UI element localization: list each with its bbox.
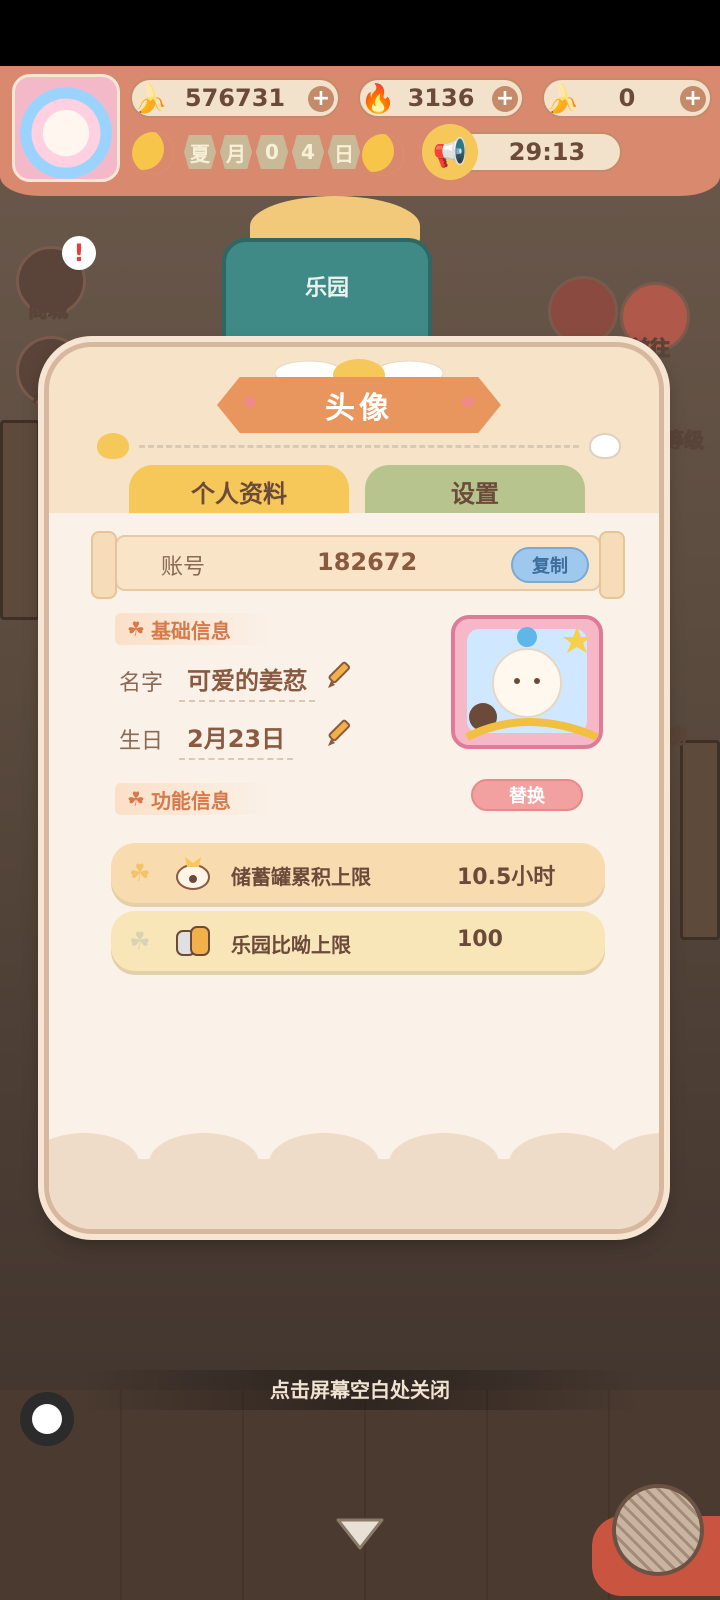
divider <box>139 445 579 448</box>
close-hint[interactable]: 点击屏幕空白处关闭 <box>80 1370 640 1410</box>
replace-avatar-button[interactable]: 替换 <box>471 779 583 811</box>
function-row-value: 10.5小时 <box>457 865 556 890</box>
blue-flame-icon: 🔥 <box>360 81 396 115</box>
profile-content: 账号 182672 复制 ☘ 基础信息 名字 可爱的姜荵 生日 2月23日 替换… <box>49 513 659 1229</box>
modal-scalloped-footer <box>49 1133 659 1229</box>
park-cat-icon <box>176 926 210 956</box>
season-moon-icon <box>132 132 174 174</box>
add-flame-button[interactable]: + <box>492 86 518 112</box>
add-blue-banana-button[interactable]: + <box>680 86 706 112</box>
avatar-portrait-icon <box>451 615 603 749</box>
clover-icon: ☘ <box>129 927 151 955</box>
birthday-value: 2月23日 <box>179 719 294 760</box>
scroll-cap <box>91 531 117 599</box>
date-char: 夏 <box>184 135 216 169</box>
account-bar: 账号 182672 复制 <box>91 531 625 599</box>
function-row: ☘ 储蓄罐累积上限 10.5小时 <box>111 843 605 903</box>
function-row-label: 乐园比呦上限 <box>231 933 351 957</box>
birthday-label: 生日 <box>119 729 164 754</box>
clover-icon: ☘ <box>127 787 145 811</box>
flame-count: 3136 <box>407 84 475 112</box>
room-label: 房 <box>668 724 689 749</box>
blue-banana-icon: 🍌 <box>544 81 580 115</box>
account-label: 账号 <box>161 555 206 580</box>
yarn-ball-icon[interactable] <box>612 1484 704 1576</box>
date-char: 日 <box>328 135 360 169</box>
function-row-label: 储蓄罐累积上限 <box>231 865 371 889</box>
timer-pill[interactable]: 📢 29:13 <box>422 124 622 180</box>
tab-settings[interactable]: 设置 <box>365 465 585 517</box>
megaphone-cat-icon: 📢 <box>422 124 478 180</box>
player-avatar-button[interactable] <box>12 74 120 182</box>
boomerang-icon[interactable] <box>548 276 618 346</box>
date-char: 0 <box>256 135 288 169</box>
clover-icon: ☘ <box>129 859 151 887</box>
status-bar-area <box>0 0 720 66</box>
banana-currency[interactable]: 🍌 576731 + <box>130 78 340 118</box>
function-row-value: 100 <box>457 927 503 952</box>
chevron-down-icon[interactable] <box>334 1514 386 1554</box>
copy-button[interactable]: 复制 <box>511 547 589 583</box>
tab-profile[interactable]: 个人资料 <box>129 465 349 517</box>
account-id: 182672 <box>317 548 418 576</box>
name-value: 可爱的姜荵 <box>179 661 315 702</box>
basic-info-heading: ☘ 基础信息 <box>115 613 271 645</box>
basic-info-label: 基础信息 <box>150 618 231 643</box>
date-char: 月 <box>220 135 252 169</box>
night-moon-icon <box>362 134 404 176</box>
banana-icon: 🍌 <box>132 81 168 115</box>
name-label: 名字 <box>119 671 164 696</box>
background-shelf <box>0 420 40 620</box>
banana-count: 576731 <box>184 84 286 112</box>
function-info-heading: ☘ 功能信息 <box>115 783 271 815</box>
upgrade-label: 等级 <box>664 428 705 453</box>
alert-badge-icon: ! <box>62 236 96 270</box>
scroll-cap <box>599 531 625 599</box>
clover-icon: ☘ <box>127 617 145 641</box>
blue-banana-currency[interactable]: 🍌 0 + <box>542 78 712 118</box>
park-building[interactable]: 乐园 <box>222 238 432 358</box>
background-shelf <box>680 740 720 940</box>
flame-currency[interactable]: 🔥 3136 + <box>358 78 524 118</box>
avatar-profile-modal: 头像 个人资料 设置 账号 182672 复制 ☘ 基础信息 名字 可爱的姜荵 … <box>44 342 664 1234</box>
edit-birthday-pencil-icon[interactable] <box>325 719 355 749</box>
timer-value: 29:13 <box>508 138 586 166</box>
shop-label: 商城 <box>28 298 69 323</box>
function-info-label: 功能信息 <box>150 788 231 813</box>
modal-title: 头像 <box>217 377 501 433</box>
add-banana-button[interactable]: + <box>308 86 334 112</box>
floating-assistive-button[interactable] <box>20 1392 74 1446</box>
function-row: ☘ 乐园比呦上限 100 <box>111 911 605 971</box>
edit-name-pencil-icon[interactable] <box>325 661 355 691</box>
blue-banana-count: 0 <box>618 84 636 112</box>
season-date: 夏 月 0 4 日 <box>184 132 360 172</box>
park-sign-label: 乐园 <box>304 276 349 301</box>
chick-icon <box>97 433 129 459</box>
piggy-bank-icon <box>176 857 210 890</box>
date-char: 4 <box>292 135 324 169</box>
chick-icon <box>589 433 621 459</box>
